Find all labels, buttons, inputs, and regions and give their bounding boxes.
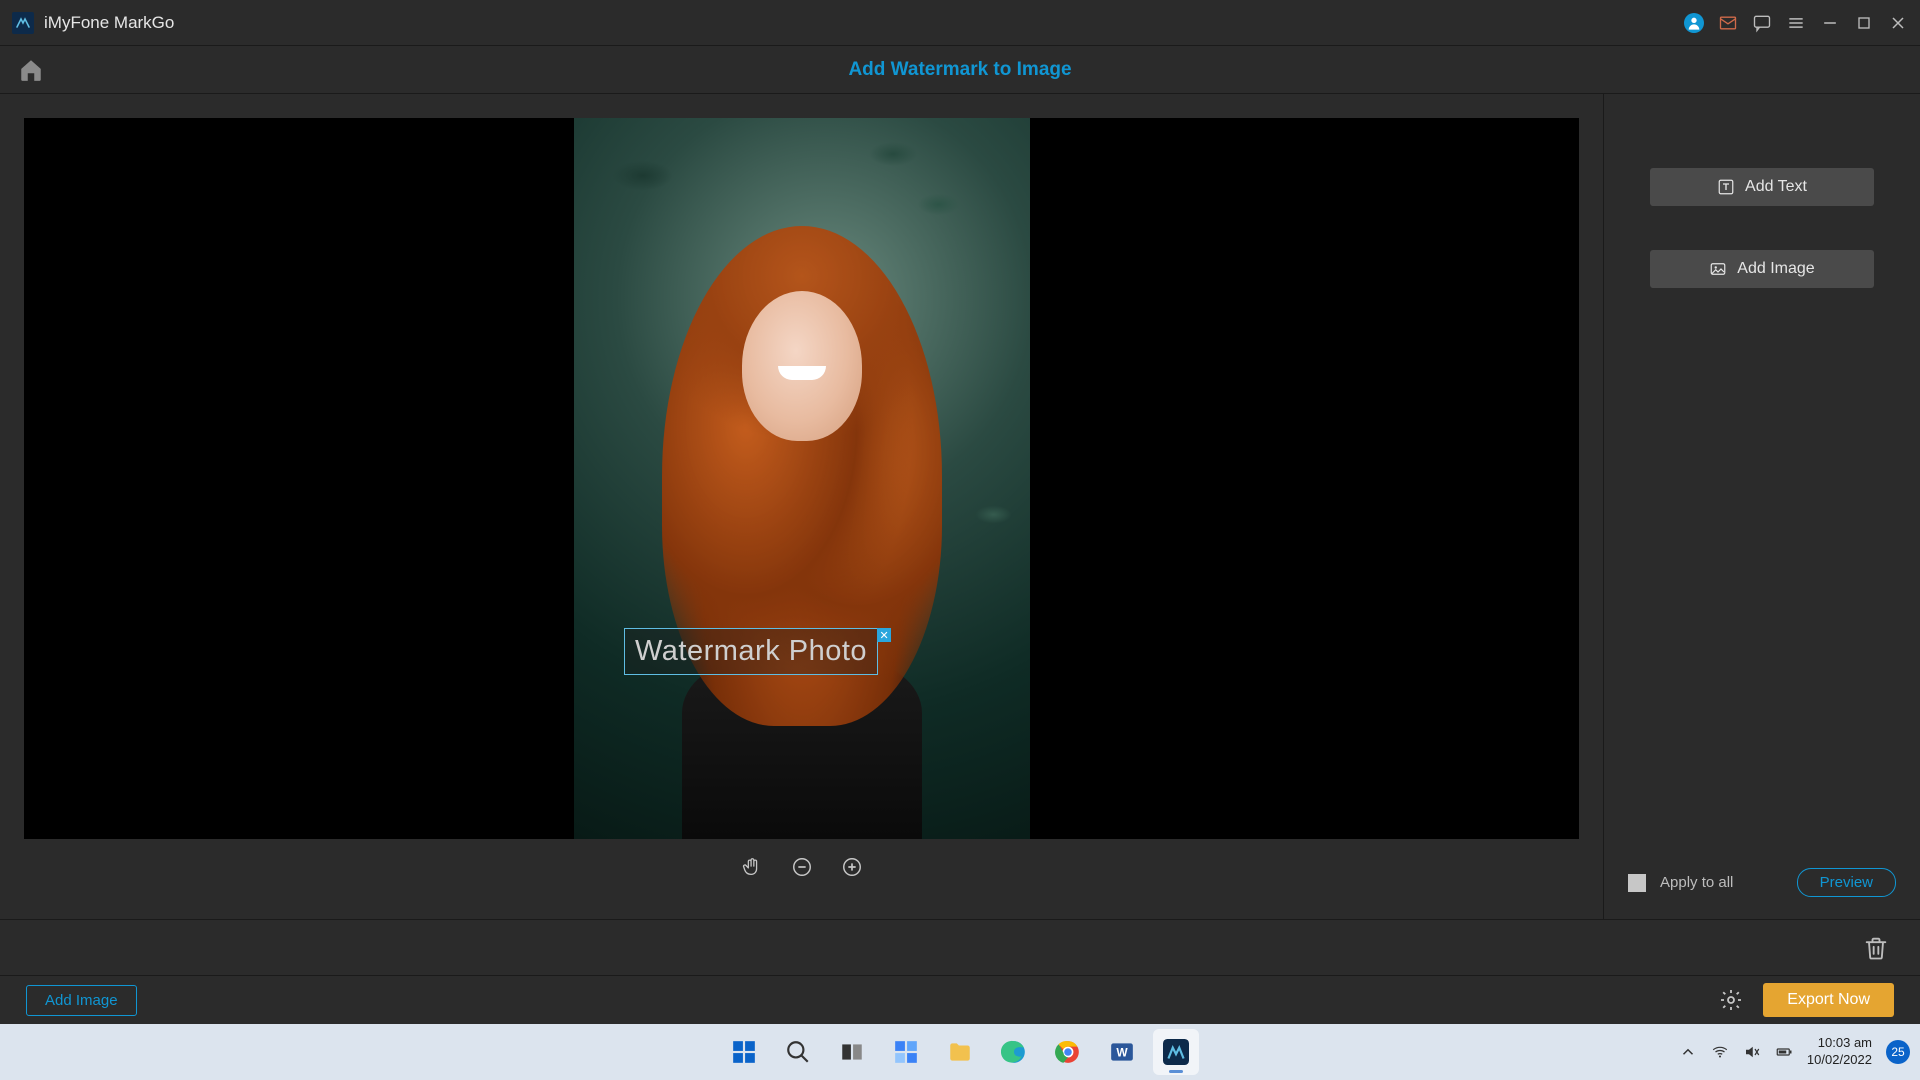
add-text-button[interactable]: Add Text bbox=[1650, 168, 1874, 206]
app-logo-icon bbox=[12, 12, 34, 34]
trash-row: 1 File(s) bbox=[0, 919, 1920, 975]
canvas-column: Watermark Photo ✕ bbox=[0, 94, 1604, 919]
footer: Add Image Export Now bbox=[0, 975, 1920, 1024]
app-title: iMyFone MarkGo bbox=[44, 13, 174, 33]
text-icon bbox=[1717, 178, 1735, 196]
apply-to-all-label: Apply to all bbox=[1660, 874, 1783, 891]
home-button[interactable] bbox=[14, 53, 48, 87]
zoom-in-icon[interactable] bbox=[841, 856, 863, 878]
user-account-icon[interactable] bbox=[1684, 13, 1704, 33]
windows-taskbar: W 10:03 am 10/02/2022 25 bbox=[0, 1024, 1920, 1080]
canvas[interactable]: Watermark Photo ✕ bbox=[24, 118, 1579, 839]
mail-icon[interactable] bbox=[1718, 13, 1738, 33]
add-text-label: Add Text bbox=[1745, 178, 1807, 196]
subheader: Add Watermark to Image bbox=[0, 46, 1920, 94]
minimize-icon[interactable] bbox=[1820, 13, 1840, 33]
taskbar-widgets-icon[interactable] bbox=[883, 1029, 929, 1075]
canvas-toolbar bbox=[24, 839, 1579, 895]
content: Watermark Photo ✕ Add Text bbox=[0, 94, 1920, 919]
tray-wifi-icon[interactable] bbox=[1711, 1043, 1729, 1061]
taskbar-time: 10:03 am bbox=[1807, 1035, 1872, 1052]
hamburger-menu-icon[interactable] bbox=[1786, 13, 1806, 33]
feedback-icon[interactable] bbox=[1752, 13, 1772, 33]
right-sidebar: Add Text Add Image Apply to all Preview bbox=[1604, 94, 1920, 919]
watermark-close-icon[interactable]: ✕ bbox=[877, 628, 891, 642]
taskbar-center: W bbox=[721, 1029, 1199, 1075]
taskbar-start-icon[interactable] bbox=[721, 1029, 767, 1075]
taskbar-search-icon[interactable] bbox=[775, 1029, 821, 1075]
loaded-image bbox=[574, 118, 1030, 839]
export-now-button[interactable]: Export Now bbox=[1763, 983, 1894, 1017]
taskbar-date: 10/02/2022 bbox=[1807, 1052, 1872, 1069]
add-image-button[interactable]: Add Image bbox=[1650, 250, 1874, 288]
taskbar-chrome-icon[interactable] bbox=[1045, 1029, 1091, 1075]
taskbar-markgo-icon[interactable] bbox=[1153, 1029, 1199, 1075]
pan-hand-icon[interactable] bbox=[741, 856, 763, 878]
watermark-text-box[interactable]: Watermark Photo ✕ bbox=[624, 628, 878, 675]
preview-button[interactable]: Preview bbox=[1797, 868, 1896, 897]
add-image-label: Add Image bbox=[1737, 260, 1814, 278]
svg-text:W: W bbox=[1116, 1045, 1128, 1059]
zoom-out-icon[interactable] bbox=[791, 856, 813, 878]
taskbar-taskview-icon[interactable] bbox=[829, 1029, 875, 1075]
page-title: Add Watermark to Image bbox=[848, 59, 1071, 81]
taskbar-edge-icon[interactable] bbox=[991, 1029, 1037, 1075]
tray-chevron-up-icon[interactable] bbox=[1679, 1043, 1697, 1061]
app-window: iMyFone MarkGo bbox=[0, 0, 1920, 1024]
taskbar-word-icon[interactable]: W bbox=[1099, 1029, 1145, 1075]
maximize-icon[interactable] bbox=[1854, 13, 1874, 33]
image-icon bbox=[1709, 260, 1727, 278]
settings-gear-icon[interactable] bbox=[1719, 988, 1743, 1012]
tray-battery-icon[interactable] bbox=[1775, 1043, 1793, 1061]
footer-add-image-button[interactable]: Add Image bbox=[26, 985, 137, 1016]
taskbar-tray: 10:03 am 10/02/2022 25 bbox=[1679, 1035, 1910, 1069]
trash-icon[interactable] bbox=[1862, 934, 1890, 962]
taskbar-clock[interactable]: 10:03 am 10/02/2022 bbox=[1807, 1035, 1872, 1069]
watermark-text: Watermark Photo bbox=[635, 635, 867, 667]
titlebar-icons bbox=[1684, 13, 1908, 33]
close-icon[interactable] bbox=[1888, 13, 1908, 33]
titlebar: iMyFone MarkGo bbox=[0, 0, 1920, 46]
tray-volume-icon[interactable] bbox=[1743, 1043, 1761, 1061]
taskbar-explorer-icon[interactable] bbox=[937, 1029, 983, 1075]
apply-to-all-checkbox[interactable] bbox=[1628, 874, 1646, 892]
taskbar-notifications-badge[interactable]: 25 bbox=[1886, 1040, 1910, 1064]
sidebar-bottom: Apply to all Preview bbox=[1604, 868, 1920, 919]
